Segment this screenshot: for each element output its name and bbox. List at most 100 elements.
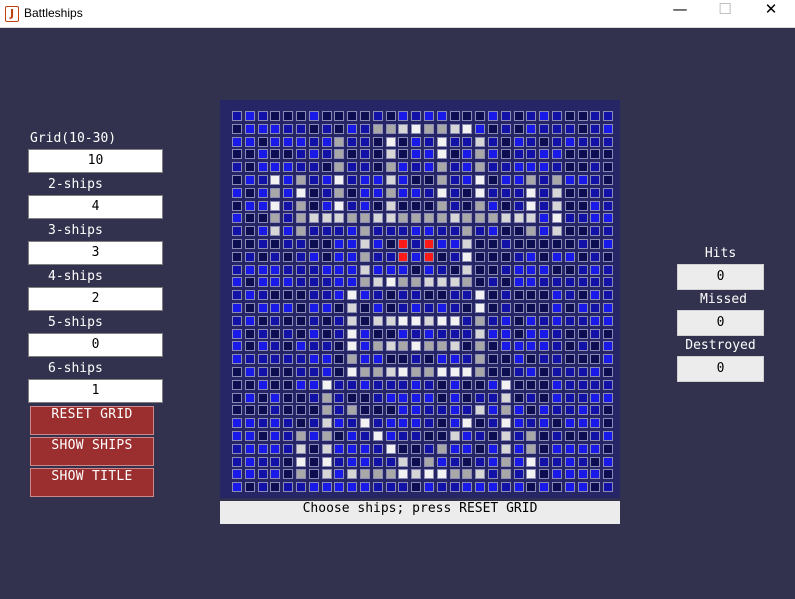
grid-cell[interactable] xyxy=(564,111,575,121)
grid-cell[interactable] xyxy=(296,264,306,275)
grid-cell[interactable] xyxy=(296,136,306,147)
grid-cell[interactable] xyxy=(590,303,601,313)
grid-cell[interactable] xyxy=(500,213,511,224)
grid-cell[interactable] xyxy=(232,328,242,339)
grid-cell[interactable] xyxy=(590,405,601,416)
grid-cell[interactable] xyxy=(270,175,281,185)
grid-cell[interactable] xyxy=(564,239,575,249)
grid-cell[interactable] xyxy=(526,405,537,416)
grid-cell[interactable] xyxy=(488,379,498,390)
grid-cell[interactable] xyxy=(296,469,306,480)
grid-cell[interactable] xyxy=(334,456,345,467)
grid-cell[interactable] xyxy=(360,354,370,365)
grid-cell[interactable] xyxy=(360,162,370,173)
grid-cell[interactable] xyxy=(564,277,575,288)
grid-cell[interactable] xyxy=(513,443,524,454)
grid-cell[interactable] xyxy=(462,277,473,288)
grid-cell[interactable] xyxy=(398,200,409,211)
grid-cell[interactable] xyxy=(526,354,537,365)
grid-cell[interactable] xyxy=(372,379,383,390)
grid-cell[interactable] xyxy=(232,315,242,326)
grid-cell[interactable] xyxy=(347,264,358,275)
grid-cell[interactable] xyxy=(462,405,473,416)
grid-cell[interactable] xyxy=(539,162,550,173)
grid-cell[interactable] xyxy=(360,367,370,377)
grid-cell[interactable] xyxy=(590,315,601,326)
grid-cell[interactable] xyxy=(372,367,383,377)
grid-cell[interactable] xyxy=(296,367,306,377)
grid-cell[interactable] xyxy=(449,213,460,224)
grid-cell[interactable] xyxy=(232,367,242,377)
grid-cell[interactable] xyxy=(385,379,396,390)
grid-cell[interactable] xyxy=(526,149,537,160)
grid-cell[interactable] xyxy=(462,456,473,467)
grid-cell[interactable] xyxy=(539,367,550,377)
grid-cell[interactable] xyxy=(270,431,281,441)
grid-cell[interactable] xyxy=(244,456,255,467)
grid-cell[interactable] xyxy=(449,111,460,121)
grid-cell[interactable] xyxy=(552,149,562,160)
grid-cell[interactable] xyxy=(500,111,511,121)
grid-cell[interactable] xyxy=(347,175,358,185)
grid-cell[interactable] xyxy=(577,162,588,173)
grid-cell[interactable] xyxy=(257,469,268,480)
grid-cell[interactable] xyxy=(475,187,486,198)
grid-cell[interactable] xyxy=(296,405,306,416)
grid-cell[interactable] xyxy=(321,303,332,313)
grid-cell[interactable] xyxy=(334,379,345,390)
grid-cell[interactable] xyxy=(475,277,486,288)
grid-cell[interactable] xyxy=(385,251,396,262)
grid-cell[interactable] xyxy=(577,379,588,390)
grid-cell[interactable] xyxy=(232,482,242,493)
grid-cell[interactable] xyxy=(308,354,319,365)
grid-cell[interactable] xyxy=(360,303,370,313)
grid-cell[interactable] xyxy=(462,315,473,326)
grid-cell[interactable] xyxy=(232,239,242,249)
grid-cell[interactable] xyxy=(270,315,281,326)
grid-cell[interactable] xyxy=(385,443,396,454)
grid-cell[interactable] xyxy=(526,290,537,301)
grid-cell[interactable] xyxy=(360,111,370,121)
grid-cell[interactable] xyxy=(462,123,473,134)
grid-cell[interactable] xyxy=(424,392,434,403)
grid-cell[interactable] xyxy=(577,303,588,313)
grid-cell[interactable] xyxy=(552,392,562,403)
grid-cell[interactable] xyxy=(232,290,242,301)
grid-cell[interactable] xyxy=(603,277,614,288)
grid-cell[interactable] xyxy=(321,418,332,429)
grid-cell[interactable] xyxy=(334,226,345,237)
grid-cell[interactable] xyxy=(552,315,562,326)
grid-cell[interactable] xyxy=(449,226,460,237)
grid-cell[interactable] xyxy=(385,290,396,301)
grid-cell[interactable] xyxy=(411,418,422,429)
grid-cell[interactable] xyxy=(577,354,588,365)
grid-cell[interactable] xyxy=(360,226,370,237)
grid-cell[interactable] xyxy=(372,162,383,173)
grid-cell[interactable] xyxy=(577,213,588,224)
grid-cell[interactable] xyxy=(552,328,562,339)
grid-cell[interactable] xyxy=(372,200,383,211)
grid-cell[interactable] xyxy=(372,405,383,416)
grid-cell[interactable] xyxy=(347,277,358,288)
grid-cell[interactable] xyxy=(385,123,396,134)
grid-cell[interactable] xyxy=(539,200,550,211)
grid-cell[interactable] xyxy=(539,187,550,198)
grid-cell[interactable] xyxy=(385,303,396,313)
grid-cell[interactable] xyxy=(283,187,294,198)
grid-cell[interactable] xyxy=(488,239,498,249)
grid-cell[interactable] xyxy=(347,392,358,403)
grid-cell[interactable] xyxy=(385,469,396,480)
grid-cell[interactable] xyxy=(590,175,601,185)
grid-cell[interactable] xyxy=(526,315,537,326)
grid-cell[interactable] xyxy=(449,187,460,198)
grid-cell[interactable] xyxy=(449,290,460,301)
grid-cell[interactable] xyxy=(347,328,358,339)
grid-cell[interactable] xyxy=(334,111,345,121)
grid-cell[interactable] xyxy=(603,392,614,403)
grid-cell[interactable] xyxy=(552,213,562,224)
grid-cell[interactable] xyxy=(360,239,370,249)
grid-cell[interactable] xyxy=(539,482,550,493)
grid-cell[interactable] xyxy=(283,200,294,211)
grid-cell[interactable] xyxy=(526,482,537,493)
grid-cell[interactable] xyxy=(257,482,268,493)
